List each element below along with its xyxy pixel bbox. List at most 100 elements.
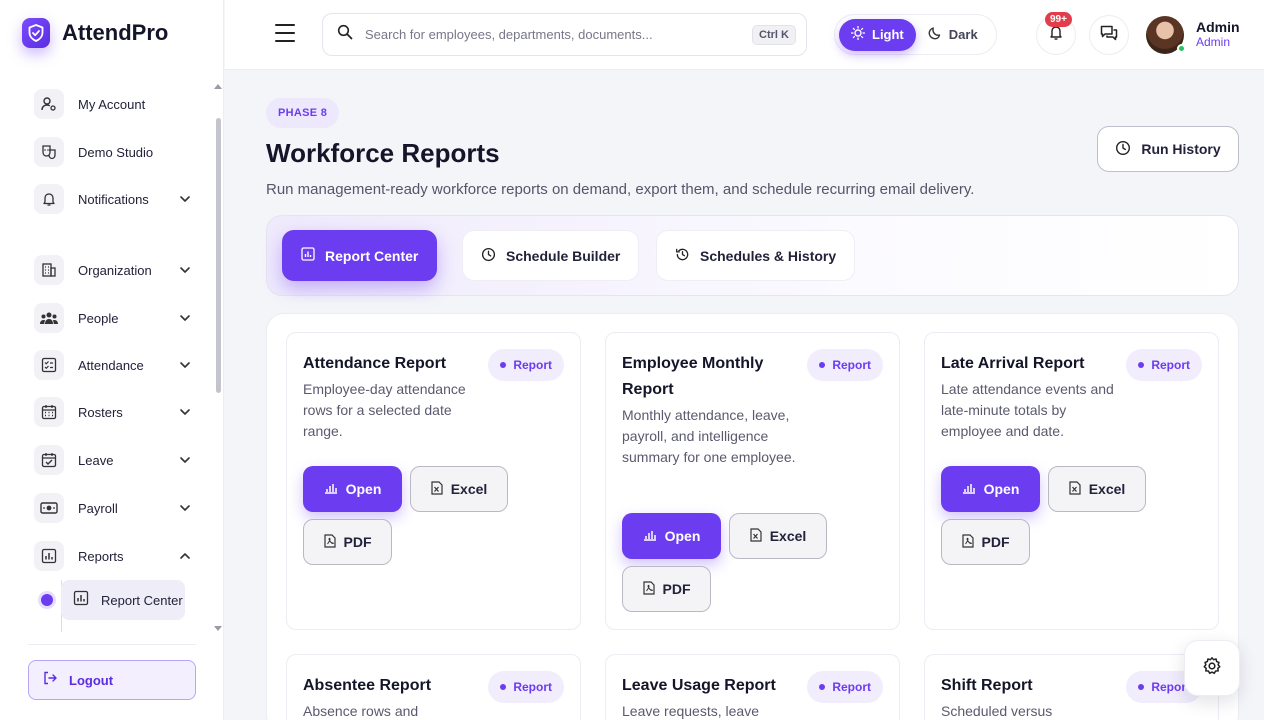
tab-schedule-builder[interactable]: Schedule Builder [462, 230, 640, 281]
bar-chart-icon [643, 528, 657, 544]
excel-export-button[interactable]: Excel [410, 466, 508, 512]
card-title: Leave Usage Report [622, 677, 776, 694]
logout-button[interactable]: Logout [28, 660, 196, 700]
theme-dark-label: Dark [948, 27, 978, 42]
sidebar-item-label: Payroll [78, 500, 118, 516]
chevron-down-icon[interactable] [176, 309, 194, 327]
pdf-file-icon [323, 533, 336, 551]
scroll-down-arrow-icon[interactable] [214, 626, 222, 631]
pdf-export-button[interactable]: PDF [941, 519, 1030, 565]
card-description: Monthly attendance, leave, payroll, and … [622, 407, 796, 465]
shield-check-icon [22, 18, 50, 48]
chevron-down-icon[interactable] [176, 451, 194, 469]
sidebar-item-label: Rosters [78, 404, 123, 420]
pdf-label: PDF [981, 534, 1010, 550]
brand[interactable]: AttendPro [22, 18, 168, 48]
chevron-up-icon[interactable] [176, 547, 194, 565]
report-chip: Report [488, 349, 564, 381]
clock-icon [481, 247, 496, 265]
open-label: Open [664, 528, 701, 544]
clock-icon [1115, 140, 1131, 159]
user-gear-icon [34, 89, 64, 119]
sidebar-item-leave[interactable]: Leave [34, 444, 194, 476]
chevron-down-icon[interactable] [176, 190, 194, 208]
chevron-down-icon[interactable] [176, 499, 194, 517]
pdf-label: PDF [662, 581, 691, 597]
topbar: Ctrl K Light Dark 99+ Admin Admin [225, 0, 1264, 70]
theme-light-button[interactable]: Light [839, 18, 916, 51]
card-description: Late attendance events and late-minute t… [941, 381, 1114, 439]
sidebar-item-organization[interactable]: Organization [34, 254, 194, 286]
sidebar-item-reports[interactable]: Reports [34, 540, 194, 572]
sidebar-item-people[interactable]: People [34, 302, 194, 334]
tab-label: Schedules & History [700, 247, 837, 264]
tab-report-center[interactable]: Report Center [282, 230, 438, 281]
open-button[interactable]: Open [622, 513, 721, 559]
search-shortcut-badge: Ctrl K [752, 24, 796, 45]
card-title: Shift Report [941, 677, 1033, 694]
calendar-check-icon [34, 445, 64, 475]
pdf-export-button[interactable]: PDF [622, 566, 711, 612]
sidebar-item-rosters[interactable]: Rosters [34, 396, 194, 428]
sidebar-item-demo-studio[interactable]: Demo Studio [34, 136, 194, 168]
sidebar-item-label: Notifications [78, 191, 149, 207]
sidebar-item-label: Leave [78, 452, 114, 468]
sidebar-item-notifications[interactable]: Notifications [34, 183, 194, 215]
open-label: Open [983, 481, 1020, 497]
report-card-late-arrival: Late Arrival Report Report Late attendan… [924, 332, 1219, 630]
chevron-down-icon[interactable] [176, 356, 194, 374]
pdf-export-button[interactable]: PDF [303, 519, 392, 565]
menu-toggle-icon[interactable] [275, 24, 295, 46]
report-card-attendance: Attendance Report Report Employee-day at… [286, 332, 581, 630]
bar-chart-icon [324, 481, 338, 497]
excel-export-button[interactable]: Excel [1048, 466, 1146, 512]
open-button[interactable]: Open [303, 466, 402, 512]
theme-toggle: Light Dark [834, 14, 997, 55]
chip-label: Report [832, 680, 871, 694]
run-history-button[interactable]: Run History [1097, 126, 1239, 172]
pdf-file-icon [961, 533, 974, 551]
sidebar-scrollbar[interactable] [216, 118, 221, 393]
card-title: Employee Monthly Report [622, 355, 764, 398]
sidebar-item-label: Demo Studio [78, 144, 154, 160]
excel-label: Excel [769, 528, 807, 544]
user-name[interactable]: Admin [1196, 19, 1240, 35]
chat-icon [1100, 25, 1118, 46]
tab-label: Schedule Builder [506, 247, 621, 264]
excel-label: Excel [1088, 481, 1126, 497]
theme-dark-button[interactable]: Dark [916, 19, 990, 51]
tab-schedules-history[interactable]: Schedules & History [656, 230, 856, 281]
sidebar-subitem-report-center[interactable]: Report Center [61, 580, 185, 620]
chart-icon [73, 590, 89, 611]
report-card-shift: Shift Report Report Scheduled versus [924, 654, 1219, 720]
excel-file-icon [431, 480, 443, 498]
messages-button[interactable] [1089, 15, 1129, 55]
theme-light-label: Light [872, 27, 904, 42]
search-input[interactable] [365, 27, 753, 42]
masks-icon [34, 137, 64, 167]
scroll-up-arrow-icon[interactable] [214, 84, 222, 89]
excel-label: Excel [450, 481, 488, 497]
bar-chart-icon [962, 481, 976, 497]
sidebar-item-payroll[interactable]: Payroll [34, 492, 194, 524]
sidebar-item-label: Organization [78, 262, 152, 278]
report-card-absentee: Absentee Report Report Absence rows and [286, 654, 581, 720]
open-button[interactable]: Open [941, 466, 1040, 512]
sidebar-item-attendance[interactable]: Attendance [34, 349, 194, 381]
settings-fab-button[interactable] [1184, 640, 1240, 696]
chevron-down-icon[interactable] [176, 403, 194, 421]
card-title: Late Arrival Report [941, 355, 1085, 372]
report-chip: Report [807, 671, 883, 703]
page-title: Workforce Reports [266, 138, 500, 168]
page-subtitle: Run management-ready workforce reports o… [266, 181, 975, 198]
chip-label: Report [832, 358, 871, 372]
users-icon [34, 303, 64, 333]
chip-label: Report [513, 358, 552, 372]
excel-file-icon [750, 527, 762, 545]
excel-export-button[interactable]: Excel [729, 513, 827, 559]
sidebar-item-my-account[interactable]: My Account [34, 88, 194, 120]
chevron-down-icon[interactable] [176, 261, 194, 279]
user-role: Admin [1196, 35, 1231, 49]
run-history-label: Run History [1141, 141, 1221, 157]
card-description: Scheduled versus [941, 703, 1053, 719]
